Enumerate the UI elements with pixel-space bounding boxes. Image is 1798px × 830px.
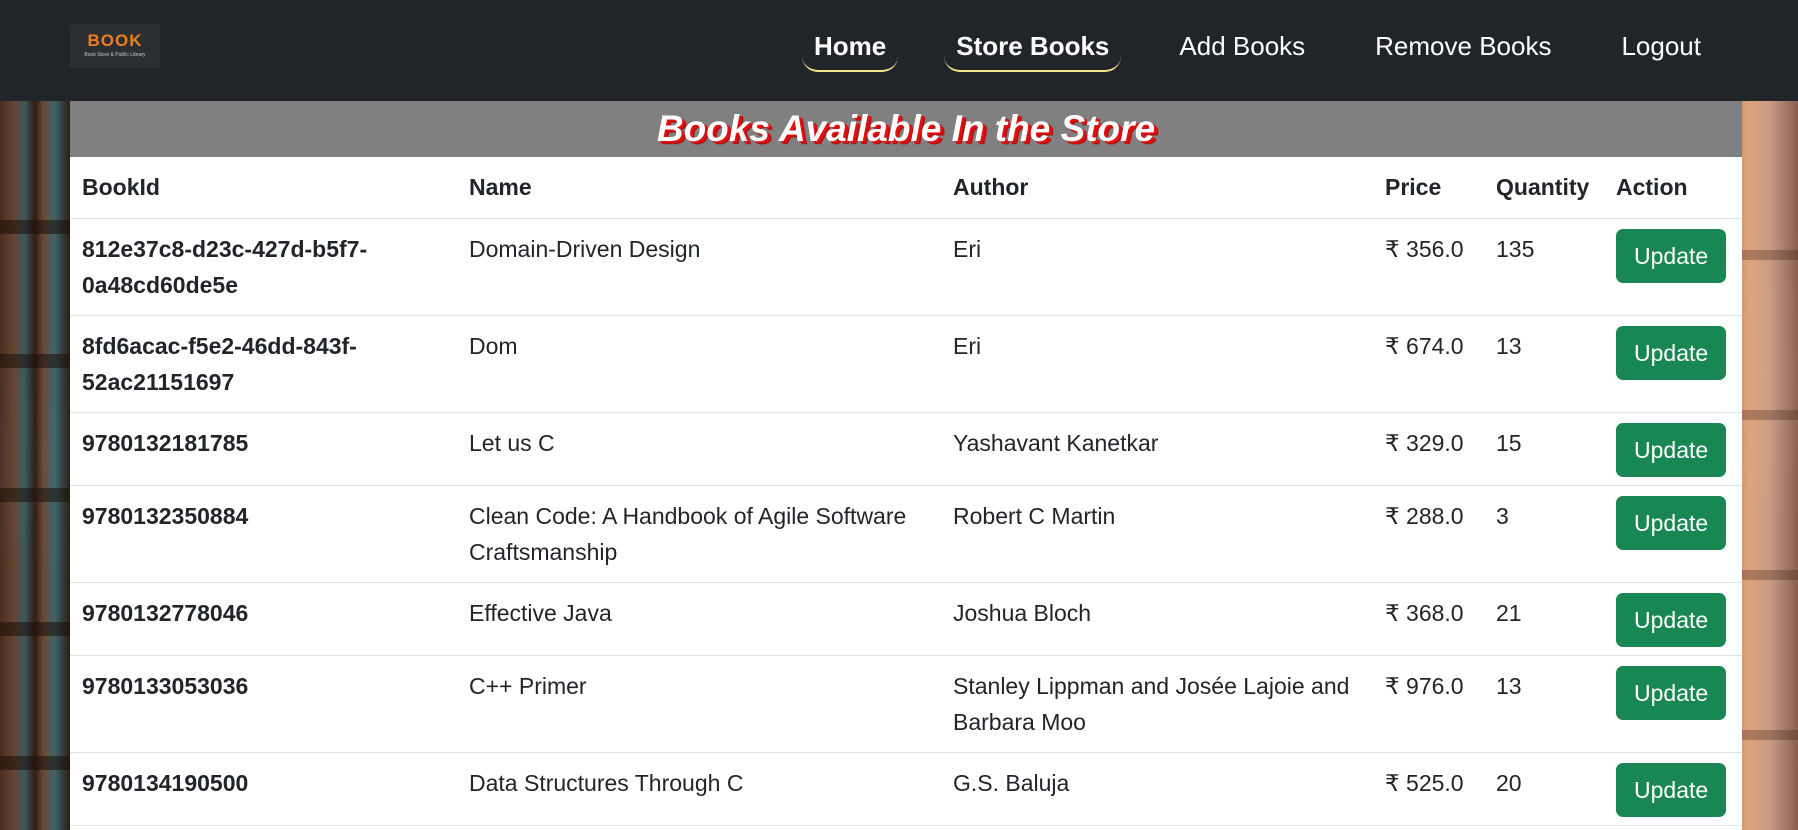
cell-quantity: 13 [1484, 315, 1604, 413]
update-button[interactable]: Update [1616, 326, 1727, 380]
cell-quantity: 13 [1484, 655, 1604, 753]
cell-bookid: 8fd6acac-f5e2-46dd-843f-52ac21151697 [70, 315, 457, 413]
cell-author: Stanley Lippman and Josée Lajoie and Bar… [941, 655, 1373, 753]
table-row: 8fd6acac-f5e2-46dd-843f-52ac21151697 Dom… [70, 315, 1742, 413]
cell-author: Joshua Bloch [941, 582, 1373, 656]
column-header-price: Price [1373, 157, 1484, 219]
nav-link-logout[interactable]: Logout [1609, 26, 1713, 72]
cell-action: Update [1604, 218, 1742, 316]
cell-name: Domain-Driven Design [457, 218, 941, 316]
cell-action: Update [1604, 655, 1742, 753]
cell-action: Update [1604, 752, 1742, 826]
top-navbar: BOOK Book Store & Public Library Home St… [0, 0, 1798, 101]
cell-bookid: 9780132778046 [70, 582, 457, 656]
cell-name: Let us C [457, 412, 941, 486]
table-header-row: BookId Name Author Price Quantity Action [70, 157, 1742, 219]
cell-bookid: 9780132181785 [70, 412, 457, 486]
table-row: 812e37c8-d23c-427d-b5f7-0a48cd60de5e Dom… [70, 218, 1742, 316]
cell-action: Update [1604, 315, 1742, 413]
books-panel: Books Available In the Store BookId Name… [70, 101, 1742, 830]
cell-price: ₹ 356.0 [1373, 218, 1484, 316]
update-button[interactable]: Update [1616, 593, 1727, 647]
cell-bookid: 9780132350884 [70, 485, 457, 583]
nav-link-store-books[interactable]: Store Books [944, 26, 1122, 72]
page-title: Books Available In the Store [656, 108, 1156, 149]
cell-action: Update [1604, 582, 1742, 656]
update-button[interactable]: Update [1616, 666, 1727, 720]
cell-price: ₹ 525.0 [1373, 752, 1484, 826]
cell-author: G.S. Baluja [941, 752, 1373, 826]
cell-action: Update [1604, 485, 1742, 583]
table-row: 9780132778046 Effective Java Joshua Bloc… [70, 582, 1742, 656]
cell-author: Yashavant Kanetkar [941, 412, 1373, 486]
cell-price: ₹ 674.0 [1373, 315, 1484, 413]
cell-name: Dom [457, 315, 941, 413]
cell-name: Effective Java [457, 582, 941, 656]
cell-author: Robert C Martin [941, 485, 1373, 583]
column-header-name: Name [457, 157, 941, 219]
cell-author: Eri [941, 315, 1373, 413]
nav-links: Home Store Books Add Books Remove Books … [802, 26, 1713, 72]
cell-price: ₹ 368.0 [1373, 582, 1484, 656]
table-row: 9780133053036 C++ Primer Stanley Lippman… [70, 655, 1742, 753]
update-button[interactable]: Update [1616, 229, 1727, 283]
nav-link-remove-books[interactable]: Remove Books [1363, 26, 1563, 72]
column-header-author: Author [941, 157, 1373, 219]
column-header-action: Action [1604, 157, 1742, 219]
cell-quantity: 3 [1484, 485, 1604, 583]
table-row: 9780132350884 Clean Code: A Handbook of … [70, 485, 1742, 583]
cell-action: Update [1604, 412, 1742, 486]
cell-price: ₹ 329.0 [1373, 412, 1484, 486]
cell-bookid: 9780134190500 [70, 752, 457, 826]
books-table: BookId Name Author Price Quantity Action… [70, 157, 1742, 826]
cell-price: ₹ 976.0 [1373, 655, 1484, 753]
logo-text: BOOK [87, 31, 143, 50]
cell-quantity: 135 [1484, 218, 1604, 316]
update-button[interactable]: Update [1616, 763, 1727, 817]
cell-bookid: 812e37c8-d23c-427d-b5f7-0a48cd60de5e [70, 218, 457, 316]
cell-author: Eri [941, 218, 1373, 316]
update-button[interactable]: Update [1616, 496, 1727, 550]
column-header-quantity: Quantity [1484, 157, 1604, 219]
background-bookshelf-left [0, 100, 70, 830]
cell-name: C++ Primer [457, 655, 941, 753]
cell-name: Data Structures Through C [457, 752, 941, 826]
panel-title-bar: Books Available In the Store [70, 101, 1742, 157]
cell-name: Clean Code: A Handbook of Agile Software… [457, 485, 941, 583]
nav-link-add-books[interactable]: Add Books [1167, 26, 1317, 72]
cell-quantity: 21 [1484, 582, 1604, 656]
cell-quantity: 20 [1484, 752, 1604, 826]
nav-link-home[interactable]: Home [802, 26, 899, 72]
column-header-bookid: BookId [70, 157, 457, 219]
cell-price: ₹ 288.0 [1373, 485, 1484, 583]
table-row: 9780132181785 Let us C Yashavant Kanetka… [70, 412, 1742, 486]
site-logo[interactable]: BOOK Book Store & Public Library [70, 24, 160, 68]
cell-bookid: 9780133053036 [70, 655, 457, 753]
cell-quantity: 15 [1484, 412, 1604, 486]
table-row: 9780134190500 Data Structures Through C … [70, 752, 1742, 826]
logo-subtitle: Book Store & Public Library [84, 52, 146, 58]
update-button[interactable]: Update [1616, 423, 1727, 477]
